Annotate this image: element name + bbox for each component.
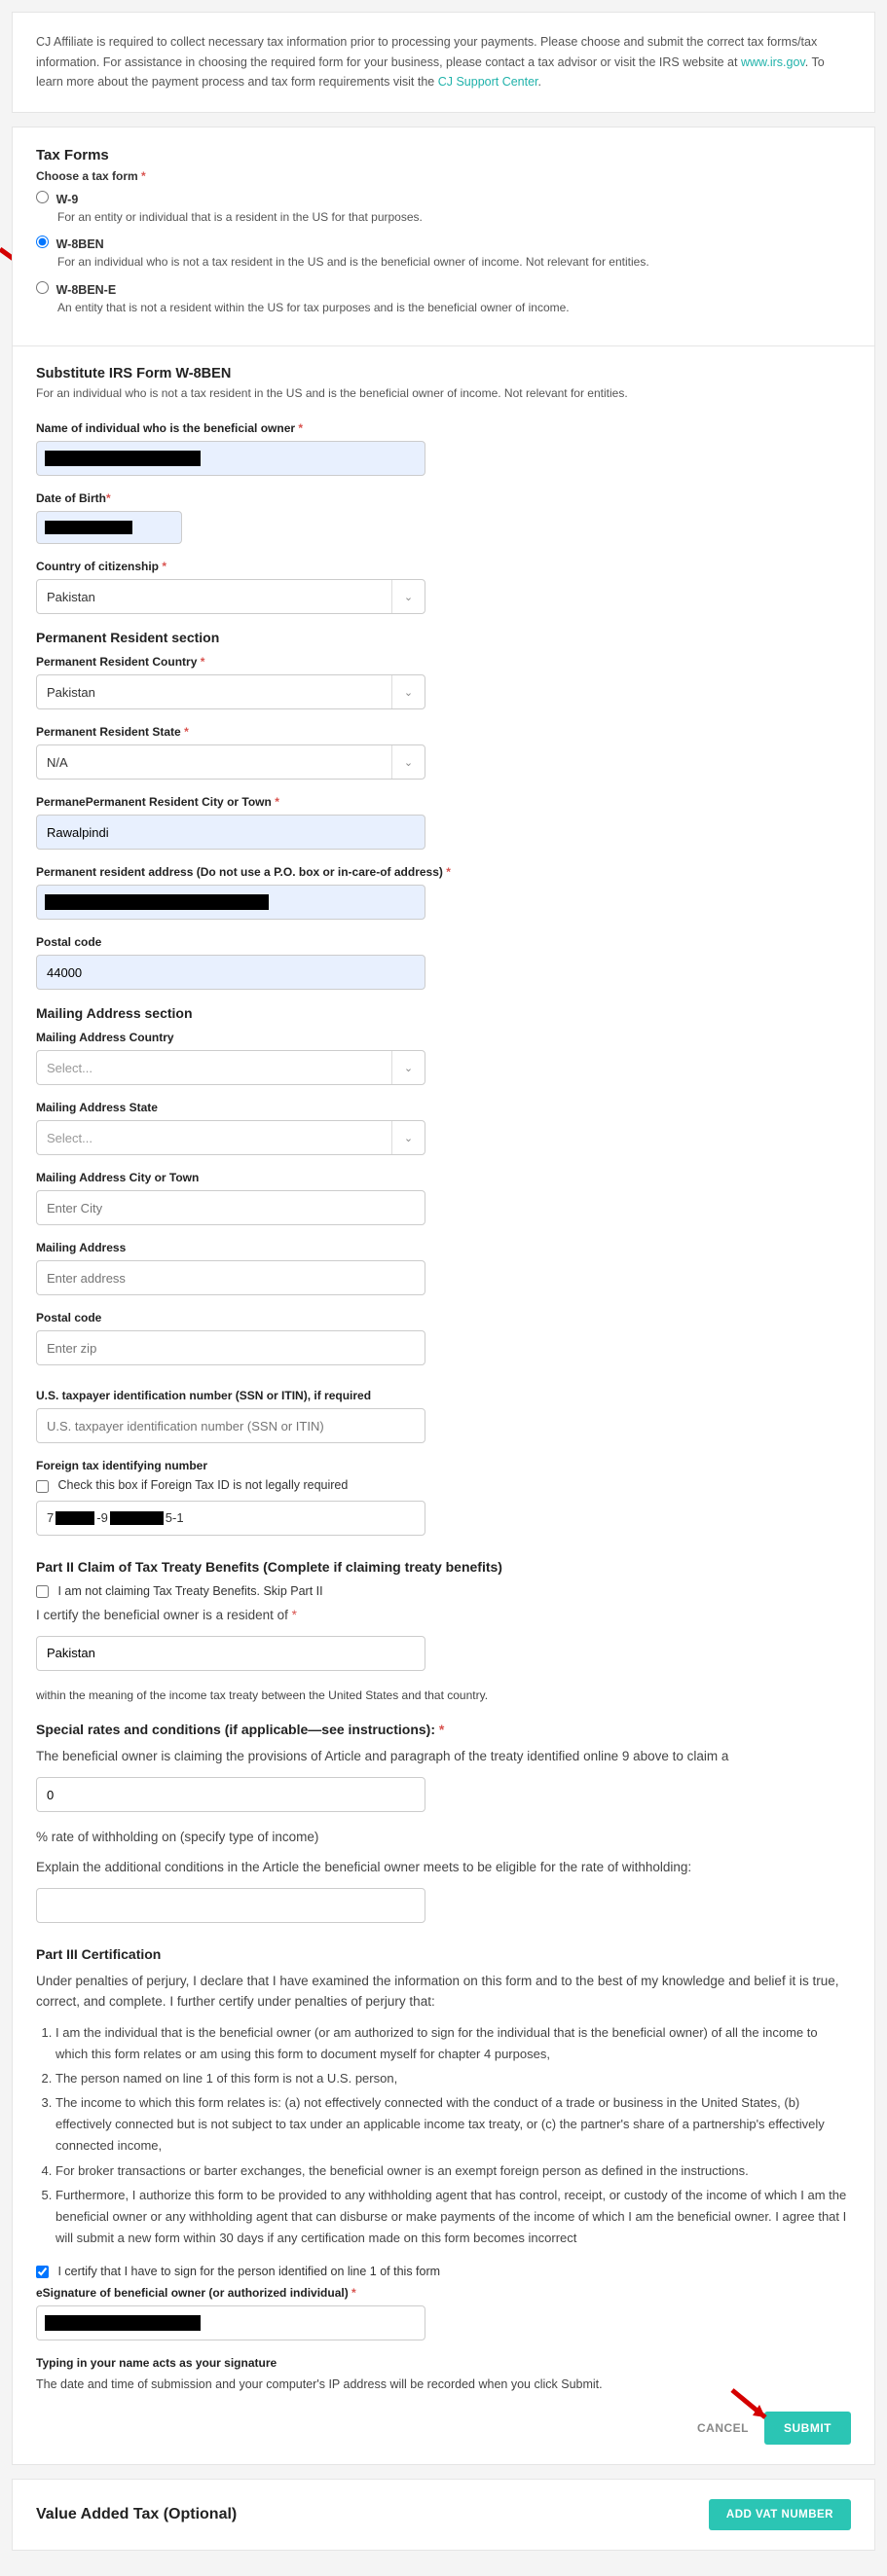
perm-country-select[interactable]: Pakistan ⌄: [36, 674, 425, 709]
cert-item: I am the individual that is the benefici…: [55, 2022, 851, 2065]
cert-item: The income to which this form relates is…: [55, 2092, 851, 2157]
form-heading-desc: For an individual who is not a tax resid…: [36, 385, 851, 402]
vat-title: Value Added Tax (Optional): [36, 2506, 237, 2523]
perm-state-label: Permanent Resident State: [36, 725, 181, 739]
irs-link[interactable]: www.irs.gov: [741, 55, 805, 69]
radio-w8bene-desc: An entity that is not a resident within …: [57, 300, 851, 316]
explain-input[interactable]: [36, 1888, 425, 1923]
signature-input[interactable]: [36, 2305, 425, 2340]
skip-part2-label: I am not claiming Tax Treaty Benefits. S…: [57, 1584, 322, 1598]
citizen-value: Pakistan: [37, 590, 391, 604]
mail-addr-label: Mailing Address: [36, 1241, 851, 1254]
chevron-down-icon: ⌄: [391, 745, 425, 779]
add-vat-button[interactable]: ADD VAT NUMBER: [709, 2499, 851, 2530]
mail-state-label: Mailing Address State: [36, 1101, 851, 1114]
ip-note: The date and time of submission and your…: [36, 2376, 851, 2394]
name-input[interactable]: [36, 441, 425, 476]
claim-text: The beneficial owner is claiming the pro…: [36, 1747, 851, 1767]
ftin-input[interactable]: 7-95-1: [36, 1501, 425, 1536]
mail-addr-input[interactable]: [36, 1260, 425, 1295]
chevron-down-icon: ⌄: [391, 1051, 425, 1084]
submit-button[interactable]: SUBMIT: [764, 2412, 851, 2445]
part3-title: Part III Certification: [36, 1946, 851, 1962]
citizen-label: Country of citizenship: [36, 560, 159, 573]
rate-input[interactable]: [36, 1777, 425, 1812]
perm-country-label: Permanent Resident Country: [36, 655, 197, 669]
ftin-check-label: Check this box if Foreign Tax ID is not …: [57, 1478, 348, 1492]
perm-city-input[interactable]: [36, 815, 425, 850]
cert-item: Furthermore, I authorize this form to be…: [55, 2185, 851, 2249]
part2-title: Part II Claim of Tax Treaty Benefits (Co…: [36, 1559, 851, 1575]
dob-input[interactable]: [36, 511, 182, 544]
perm-country-value: Pakistan: [37, 685, 391, 700]
tax-forms-title: Tax Forms: [36, 147, 851, 163]
perm-section-header: Permanent Resident section: [36, 630, 851, 645]
sig-label: eSignature of beneficial owner (or autho…: [36, 2286, 349, 2300]
resident-input[interactable]: [36, 1636, 425, 1671]
radio-w9[interactable]: [36, 191, 49, 203]
postal-label: Postal code: [36, 935, 851, 949]
mail-country-ph: Select...: [37, 1061, 391, 1075]
cert-list: I am the individual that is the benefici…: [36, 2022, 851, 2249]
mail-state-ph: Select...: [37, 1131, 391, 1145]
form-heading: Substitute IRS Form W-8BEN: [36, 366, 851, 381]
vat-card: Value Added Tax (Optional) ADD VAT NUMBE…: [12, 2479, 875, 2551]
perm-state-value: N/A: [37, 755, 391, 770]
cert-text: I certify the beneficial owner is a resi…: [36, 1608, 288, 1622]
skip-part2-checkbox[interactable]: [36, 1585, 49, 1598]
cancel-button[interactable]: CANCEL: [697, 2421, 749, 2435]
intro-text3: .: [538, 75, 541, 89]
name-label: Name of individual who is the beneficial…: [36, 421, 295, 435]
dob-label: Date of Birth: [36, 491, 106, 505]
rate-text: % rate of withholding on (specify type o…: [36, 1828, 851, 1848]
special-title: Special rates and conditions (if applica…: [36, 1722, 435, 1737]
mail-city-input[interactable]: [36, 1190, 425, 1225]
cert-check-label: I certify that I have to sign for the pe…: [57, 2265, 440, 2278]
cert-item: The person named on line 1 of this form …: [55, 2068, 851, 2089]
radio-w8bene[interactable]: [36, 281, 49, 294]
choose-label: Choose a tax form: [36, 169, 138, 183]
part3-intro: Under penalties of perjury, I declare th…: [36, 1972, 851, 2013]
citizen-select[interactable]: Pakistan ⌄: [36, 579, 425, 614]
ftin-not-required-checkbox[interactable]: [36, 1480, 49, 1493]
chevron-down-icon: ⌄: [391, 1121, 425, 1154]
mail-country-select[interactable]: Select... ⌄: [36, 1050, 425, 1085]
chevron-down-icon: ⌄: [391, 580, 425, 613]
intro-text: CJ Affiliate is required to collect nece…: [36, 35, 817, 69]
mail-country-label: Mailing Address Country: [36, 1031, 851, 1044]
radio-w8ben-label[interactable]: W-8BEN: [56, 237, 104, 251]
support-link[interactable]: CJ Support Center: [438, 75, 538, 89]
perm-addr-input[interactable]: [36, 885, 425, 920]
mail-section-header: Mailing Address section: [36, 1005, 851, 1021]
postal-input[interactable]: [36, 955, 425, 990]
explain-text: Explain the additional conditions in the…: [36, 1858, 851, 1878]
tax-forms-card: Tax Forms Choose a tax form * W-9 For an…: [12, 127, 875, 2466]
radio-w9-desc: For an entity or individual that is a re…: [57, 209, 851, 226]
radio-w8bene-label[interactable]: W-8BEN-E: [56, 283, 117, 297]
mail-postal-input[interactable]: [36, 1330, 425, 1365]
perm-city-label: PermanePermanent Resident City or Town: [36, 795, 272, 809]
cert-item: For broker transactions or barter exchan…: [55, 2160, 851, 2182]
chevron-down-icon: ⌄: [391, 675, 425, 708]
ustin-label: U.S. taxpayer identification number (SSN…: [36, 1389, 851, 1402]
perm-addr-label: Permanent resident address (Do not use a…: [36, 865, 443, 879]
radio-w8ben[interactable]: [36, 236, 49, 248]
mail-postal-label: Postal code: [36, 1311, 851, 1324]
cert-checkbox[interactable]: [36, 2266, 49, 2278]
perm-state-select[interactable]: N/A ⌄: [36, 744, 425, 780]
typing-note: Typing in your name acts as your signatu…: [36, 2356, 851, 2370]
ustin-input[interactable]: [36, 1408, 425, 1443]
mail-city-label: Mailing Address City or Town: [36, 1171, 851, 1184]
radio-w8ben-desc: For an individual who is not a tax resid…: [57, 254, 851, 271]
intro-card: CJ Affiliate is required to collect nece…: [12, 12, 875, 113]
radio-w9-label[interactable]: W-9: [56, 193, 79, 206]
mail-state-select[interactable]: Select... ⌄: [36, 1120, 425, 1155]
ftin-label: Foreign tax identifying number: [36, 1459, 851, 1472]
within-text: within the meaning of the income tax tre…: [36, 1687, 851, 1705]
